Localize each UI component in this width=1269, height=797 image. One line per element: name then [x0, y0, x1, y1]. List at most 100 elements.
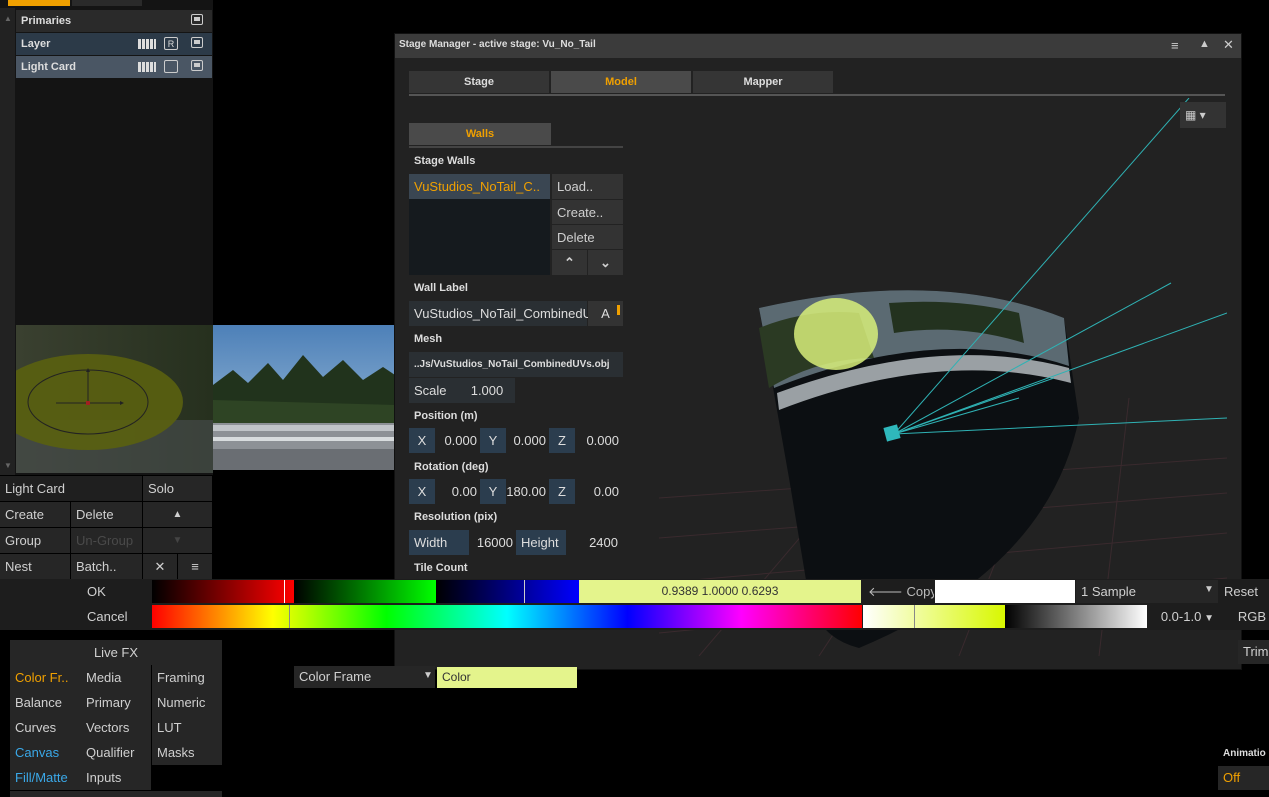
- nest-button[interactable]: Nest: [0, 554, 70, 579]
- subtab-walls[interactable]: Walls: [409, 123, 551, 145]
- tool-color-frame[interactable]: Color Fr..: [10, 665, 81, 690]
- value-slider[interactable]: [1005, 605, 1147, 628]
- layer-panel-top-tab-2[interactable]: [72, 0, 142, 6]
- load-wall-button[interactable]: Load..: [552, 174, 623, 199]
- cancel-button[interactable]: Cancel: [82, 604, 152, 629]
- position-y-input[interactable]: 0.000: [506, 428, 548, 453]
- blank-badge[interactable]: [164, 60, 178, 73]
- layer-row-light-card[interactable]: Light Card: [16, 56, 212, 78]
- saturation-slider[interactable]: [863, 605, 1005, 628]
- tool-vectors[interactable]: Vectors: [81, 715, 151, 740]
- solo-label: Solo: [148, 481, 175, 496]
- hue-spectrum-slider[interactable]: [152, 605, 862, 628]
- move-wall-down-button[interactable]: ⌄: [588, 250, 623, 275]
- red-slider-marker[interactable]: [284, 580, 285, 603]
- copy-button[interactable]: 🡐 Copy: [863, 580, 934, 603]
- height-input[interactable]: 2400: [566, 530, 623, 555]
- ok-button[interactable]: OK: [82, 579, 152, 604]
- tool-inputs[interactable]: Inputs: [81, 765, 151, 790]
- tool-framing[interactable]: Framing: [152, 665, 222, 690]
- saturation-slider-marker[interactable]: [914, 605, 915, 628]
- rotation-x-input[interactable]: 0.00: [435, 479, 479, 504]
- position-z-input[interactable]: 0.000: [575, 428, 623, 453]
- close-window-icon[interactable]: ✕: [1223, 37, 1234, 53]
- layer-scrollbar[interactable]: [0, 8, 15, 475]
- tool-lut[interactable]: LUT: [152, 715, 222, 740]
- tab-mapper[interactable]: Mapper: [693, 71, 833, 93]
- tool-curves[interactable]: Curves: [10, 715, 81, 740]
- trim-button[interactable]: Trim: [1238, 640, 1269, 664]
- scroll-down-icon[interactable]: ▼: [4, 461, 12, 470]
- tab-stage[interactable]: Stage: [409, 71, 549, 93]
- rotation-y-input[interactable]: 180.00: [506, 479, 548, 504]
- width-input[interactable]: 16000: [469, 530, 515, 555]
- tool-fill-matte[interactable]: Fill/Matte: [10, 765, 81, 790]
- tool-primary[interactable]: Primary: [81, 690, 151, 715]
- mask-toggle-icon[interactable]: [191, 60, 203, 71]
- delete-layer-button[interactable]: Delete: [71, 502, 142, 527]
- layer-panel-top-tab[interactable]: [8, 0, 70, 6]
- ungroup-button[interactable]: Un-Group: [71, 528, 142, 553]
- rotation-z-input[interactable]: 0.00: [575, 479, 623, 504]
- group-button[interactable]: Group: [0, 528, 70, 553]
- tab-model[interactable]: Model: [551, 71, 691, 93]
- wall-label-input[interactable]: VuStudios_NoTail_CombinedU: [409, 301, 592, 326]
- blue-slider-marker[interactable]: [524, 580, 525, 603]
- color-frame-dropdown[interactable]: Color Frame: [294, 666, 435, 688]
- grid-view-icon[interactable]: ▦ ▾: [1180, 102, 1226, 128]
- mesh-path-field[interactable]: ..Js/VuStudios_NoTail_CombinedUVs.obj: [409, 352, 623, 377]
- tool-numeric[interactable]: Numeric: [152, 690, 222, 715]
- stage-manager-titlebar[interactable]: Stage Manager - active stage: Vu_No_Tail…: [395, 34, 1241, 58]
- tab-label: Stage: [464, 76, 494, 88]
- delete-wall-button[interactable]: Delete: [552, 225, 623, 249]
- tool-media[interactable]: Media: [81, 665, 151, 690]
- move-up-button[interactable]: ▲: [143, 502, 212, 527]
- mask-toggle-icon[interactable]: [191, 14, 203, 25]
- animation-toggle[interactable]: Off: [1218, 766, 1269, 790]
- hue-slider-marker[interactable]: [289, 605, 290, 628]
- tool-row-continuation: [10, 791, 222, 797]
- scale-input[interactable]: 1.000: [459, 378, 515, 403]
- rotation-label: Rotation (deg): [414, 461, 489, 473]
- color-values-field[interactable]: 0.9389 1.0000 0.6293: [579, 580, 861, 603]
- range-dropdown[interactable]: 0.0-1.0 ▼: [1148, 605, 1218, 628]
- walls-list-item[interactable]: VuStudios_NoTail_C..: [409, 174, 550, 199]
- create-wall-button[interactable]: Create..: [552, 200, 623, 224]
- mask-toggle-icon[interactable]: [191, 37, 203, 48]
- blue-channel-slider[interactable]: [436, 580, 579, 603]
- green-channel-slider[interactable]: [294, 580, 436, 603]
- layer-row-primaries[interactable]: Primaries: [16, 10, 212, 32]
- rgb-mode-button[interactable]: RGB: [1219, 605, 1269, 628]
- create-layer-button[interactable]: Create: [0, 502, 70, 527]
- color-values-text: 0.9389 1.0000 0.6293: [661, 584, 779, 598]
- 3d-viewport[interactable]: ▦ ▾: [659, 98, 1227, 656]
- tool-label: Canvas: [15, 745, 60, 760]
- move-down-button[interactable]: ▼: [143, 528, 212, 553]
- live-fx-title: Live FX: [93, 645, 139, 660]
- hamburger-icon[interactable]: ≡: [1171, 38, 1179, 53]
- window-title: Stage Manager - active stage: Vu_No_Tail: [399, 39, 596, 50]
- tool-canvas[interactable]: Canvas: [10, 740, 81, 765]
- layer-menu-button[interactable]: ≡: [178, 554, 212, 579]
- delete-label: Delete: [76, 507, 114, 522]
- tool-masks[interactable]: Masks: [152, 740, 222, 765]
- layer-row-layer[interactable]: Layer: [16, 33, 212, 55]
- red-channel-slider[interactable]: [152, 580, 294, 603]
- maximize-icon[interactable]: ▲: [1199, 38, 1210, 50]
- color-frame-swatch[interactable]: Color: [437, 667, 577, 688]
- scroll-up-icon[interactable]: ▲: [4, 14, 12, 23]
- stage-manager-window: Stage Manager - active stage: Vu_No_Tail…: [394, 33, 1242, 670]
- move-wall-up-button[interactable]: ⌃: [552, 250, 587, 275]
- reset-button[interactable]: Reset: [1219, 580, 1269, 603]
- layer-name-field[interactable]: Light Card: [0, 476, 142, 501]
- batch-button[interactable]: Batch..: [71, 554, 142, 579]
- solo-button[interactable]: Solo: [143, 476, 212, 501]
- tool-balance[interactable]: Balance: [10, 690, 81, 715]
- ungroup-label: Un-Group: [76, 533, 134, 548]
- position-x-input[interactable]: 0.000: [435, 428, 479, 453]
- r-badge[interactable]: R: [164, 37, 178, 50]
- tool-qualifier[interactable]: Qualifier: [81, 740, 151, 765]
- close-layer-button[interactable]: ✕: [143, 554, 177, 579]
- scale-value: 1.000: [470, 383, 504, 398]
- sample-dropdown[interactable]: 1 Sample: [1076, 580, 1218, 603]
